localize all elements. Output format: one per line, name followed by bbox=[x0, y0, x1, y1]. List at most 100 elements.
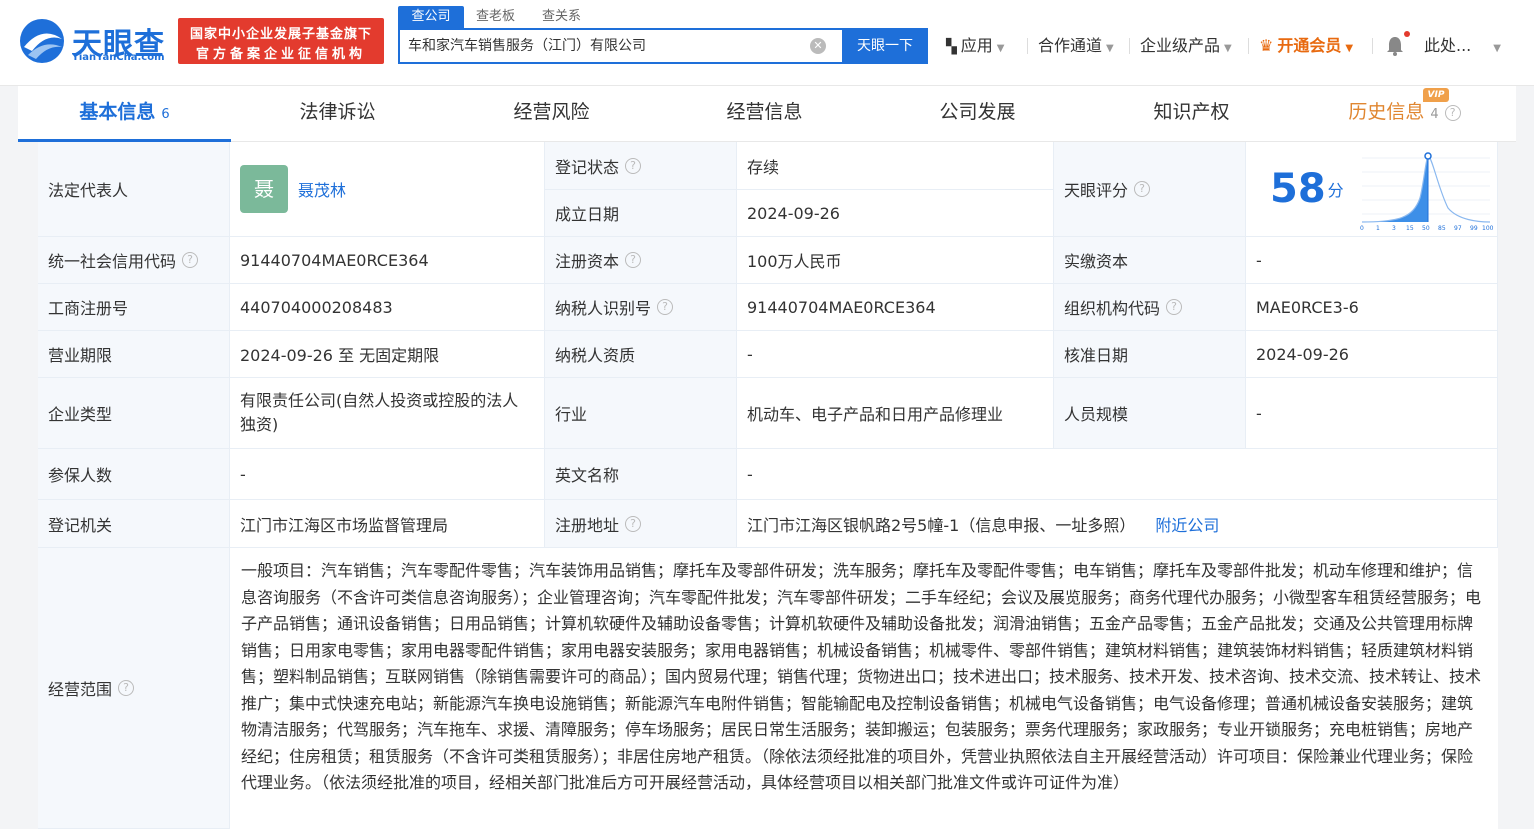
caret-down-icon: ▼ bbox=[996, 43, 1005, 54]
nav-vip-label: 开通会员 bbox=[1277, 36, 1342, 55]
nav-apps-label: 应用 bbox=[960, 36, 993, 55]
scope-value: 一般项目：汽车销售；汽车零配件零售；汽车装饰用品销售；摩托车及零部件研发；洗车服… bbox=[241, 561, 1482, 792]
vip-tag: VIP bbox=[1423, 88, 1449, 102]
nav-enterprise[interactable]: 企业级产品 ▼ bbox=[1140, 34, 1232, 58]
caret-down-icon: ▼ bbox=[1224, 43, 1232, 54]
help-icon[interactable]: ? bbox=[1134, 181, 1151, 197]
nav-user-label: 此处... bbox=[1424, 36, 1472, 55]
tab-operation[interactable]: 经营信息 bbox=[658, 86, 871, 142]
tab-label: 历史信息 bbox=[1348, 101, 1425, 123]
badge-line-1: 国家中小企业发展子基金旗下 bbox=[189, 27, 372, 42]
reg-capital-value: 100万人民币 bbox=[737, 237, 1054, 284]
approve-date-value: 2024-09-26 bbox=[1246, 331, 1498, 378]
label-biz-reg-no: 工商注册号 bbox=[38, 284, 230, 331]
label-found-date: 成立日期 bbox=[545, 190, 737, 237]
nav-cooperation[interactable]: 合作通道 ▼ bbox=[1038, 34, 1114, 58]
label-paid-capital: 实缴资本 bbox=[1054, 237, 1246, 284]
biz-reg-no-value: 440704000208483 bbox=[230, 284, 545, 331]
score-tick: 15 bbox=[1406, 225, 1414, 230]
score-value: 58 bbox=[1270, 166, 1326, 212]
label-text: 统一社会信用代码 bbox=[48, 252, 177, 271]
tab-label: 法律诉讼 bbox=[299, 101, 376, 123]
label-insured: 参保人数 bbox=[38, 449, 230, 500]
help-icon[interactable]: ? bbox=[118, 680, 135, 696]
reg-authority-value: 江门市江海区市场监督管理局 bbox=[230, 500, 545, 548]
nav-apps[interactable]: ▚ 应用 ▼ bbox=[946, 34, 1005, 58]
label-approve-date: 核准日期 bbox=[1054, 331, 1246, 378]
score-unit: 分 bbox=[1327, 181, 1344, 200]
label-reg-status: 登记状态? bbox=[545, 142, 737, 190]
official-badge: 国家中小企业发展子基金旗下 官方备案企业征信机构 bbox=[178, 18, 384, 64]
score-tick: 0 bbox=[1360, 225, 1364, 230]
nav-vip[interactable]: ♛ 开通会员 ▼ bbox=[1259, 34, 1353, 58]
tab-development[interactable]: 公司发展 bbox=[871, 86, 1084, 142]
label-taxpayer-id: 纳税人识别号? bbox=[545, 284, 737, 331]
score-tick: 100 bbox=[1482, 225, 1494, 230]
logo[interactable]: 天眼查 TianYanCha.com bbox=[18, 17, 173, 65]
type-value: 有限责任公司(自然人投资或控股的法人独资) bbox=[230, 378, 545, 449]
search-tab-company[interactable]: 查公司 bbox=[398, 6, 464, 28]
legal-rep-link[interactable]: 聂茂林 bbox=[298, 177, 346, 201]
search-tab-relation[interactable]: 查关系 bbox=[542, 6, 581, 28]
tab-history[interactable]: 历史信息 4? bbox=[1298, 86, 1511, 142]
help-icon[interactable]: ? bbox=[182, 252, 199, 268]
label-staff: 人员规模 bbox=[1054, 378, 1246, 449]
tab-count: 4 bbox=[1430, 107, 1439, 122]
help-icon[interactable]: ? bbox=[657, 299, 674, 315]
label-taxpayer-qual: 纳税人资质 bbox=[545, 331, 737, 378]
address-cell: 江门市江海区银帆路2号5幢-1（信息申报、一址多照） 附近公司 bbox=[737, 500, 1498, 548]
tab-label: 基本信息 bbox=[79, 101, 156, 123]
tab-label: 公司发展 bbox=[939, 101, 1016, 123]
label-text: 天眼评分 bbox=[1064, 181, 1129, 200]
label-text: 注册资本 bbox=[555, 252, 620, 271]
help-icon[interactable]: ? bbox=[625, 252, 642, 268]
help-icon[interactable]: ? bbox=[1166, 299, 1183, 315]
legal-rep-cell: 聂 聂茂林 bbox=[230, 142, 545, 237]
score-tick: 50 bbox=[1422, 225, 1430, 230]
bell-icon[interactable] bbox=[1384, 35, 1406, 57]
label-term: 营业期限 bbox=[38, 331, 230, 378]
help-icon[interactable]: ? bbox=[625, 515, 642, 532]
nav-enterprise-label: 企业级产品 bbox=[1140, 36, 1221, 55]
label-en-name: 英文名称 bbox=[545, 449, 737, 500]
grid-icon: ▚ bbox=[946, 39, 957, 55]
label-address: 注册地址? bbox=[545, 500, 737, 548]
search-button[interactable]: 天眼一下 bbox=[842, 28, 928, 64]
label-text: 组织机构代码 bbox=[1064, 299, 1161, 318]
search-input[interactable]: 车和家汽车销售服务（江门）有限公司 bbox=[408, 30, 646, 62]
label-text: 注册地址 bbox=[555, 515, 620, 535]
found-date-value: 2024-09-26 bbox=[737, 190, 1054, 237]
caret-down-icon: ▼ bbox=[1493, 43, 1501, 54]
en-name-value: - bbox=[737, 449, 1498, 500]
nav-user[interactable]: 此处... ▼ bbox=[1424, 34, 1501, 58]
label-type: 企业类型 bbox=[38, 378, 230, 449]
nav-divider bbox=[1372, 38, 1373, 54]
tab-legal[interactable]: 法律诉讼 bbox=[231, 86, 444, 142]
label-text: 纳税人识别号 bbox=[555, 299, 652, 318]
staff-value: - bbox=[1246, 378, 1498, 449]
avatar[interactable]: 聂 bbox=[240, 165, 288, 213]
label-text: 经营范围 bbox=[48, 680, 113, 699]
score-cell[interactable]: 58 分 0 1 3 15 50 85 97 99 100 bbox=[1246, 142, 1498, 237]
tab-risk[interactable]: 经营风险 bbox=[445, 86, 658, 142]
industry-value: 机动车、电子产品和日用产品修理业 bbox=[737, 378, 1054, 449]
label-legal-rep: 法定代表人 bbox=[38, 142, 230, 237]
top-bar: 天眼查 TianYanCha.com 国家中小企业发展子基金旗下 官方备案企业征… bbox=[0, 0, 1534, 86]
help-icon[interactable]: ? bbox=[1444, 104, 1461, 121]
score-tick: 3 bbox=[1392, 225, 1396, 230]
tab-basic-info[interactable]: 基本信息 6 bbox=[18, 86, 231, 142]
clear-icon[interactable]: ✕ bbox=[810, 38, 826, 54]
taxpayer-qual-value: - bbox=[737, 331, 1054, 378]
help-icon[interactable]: ? bbox=[625, 157, 642, 174]
caret-down-icon: ▼ bbox=[1106, 43, 1114, 54]
nav-divider bbox=[1027, 38, 1028, 54]
address-value: 江门市江海区银帆路2号5幢-1（信息申报、一址多照） bbox=[747, 515, 1136, 535]
nav-divider bbox=[1129, 38, 1130, 54]
tab-ip[interactable]: 知识产权 bbox=[1085, 86, 1298, 142]
crown-icon: ♛ bbox=[1259, 36, 1274, 55]
logo-domain: TianYanCha.com bbox=[72, 52, 165, 63]
label-text: 登记状态 bbox=[555, 157, 620, 177]
search-tab-boss[interactable]: 查老板 bbox=[476, 6, 515, 28]
nearby-companies-link[interactable]: 附近公司 bbox=[1155, 512, 1219, 536]
tab-label: 经营风险 bbox=[513, 101, 590, 123]
